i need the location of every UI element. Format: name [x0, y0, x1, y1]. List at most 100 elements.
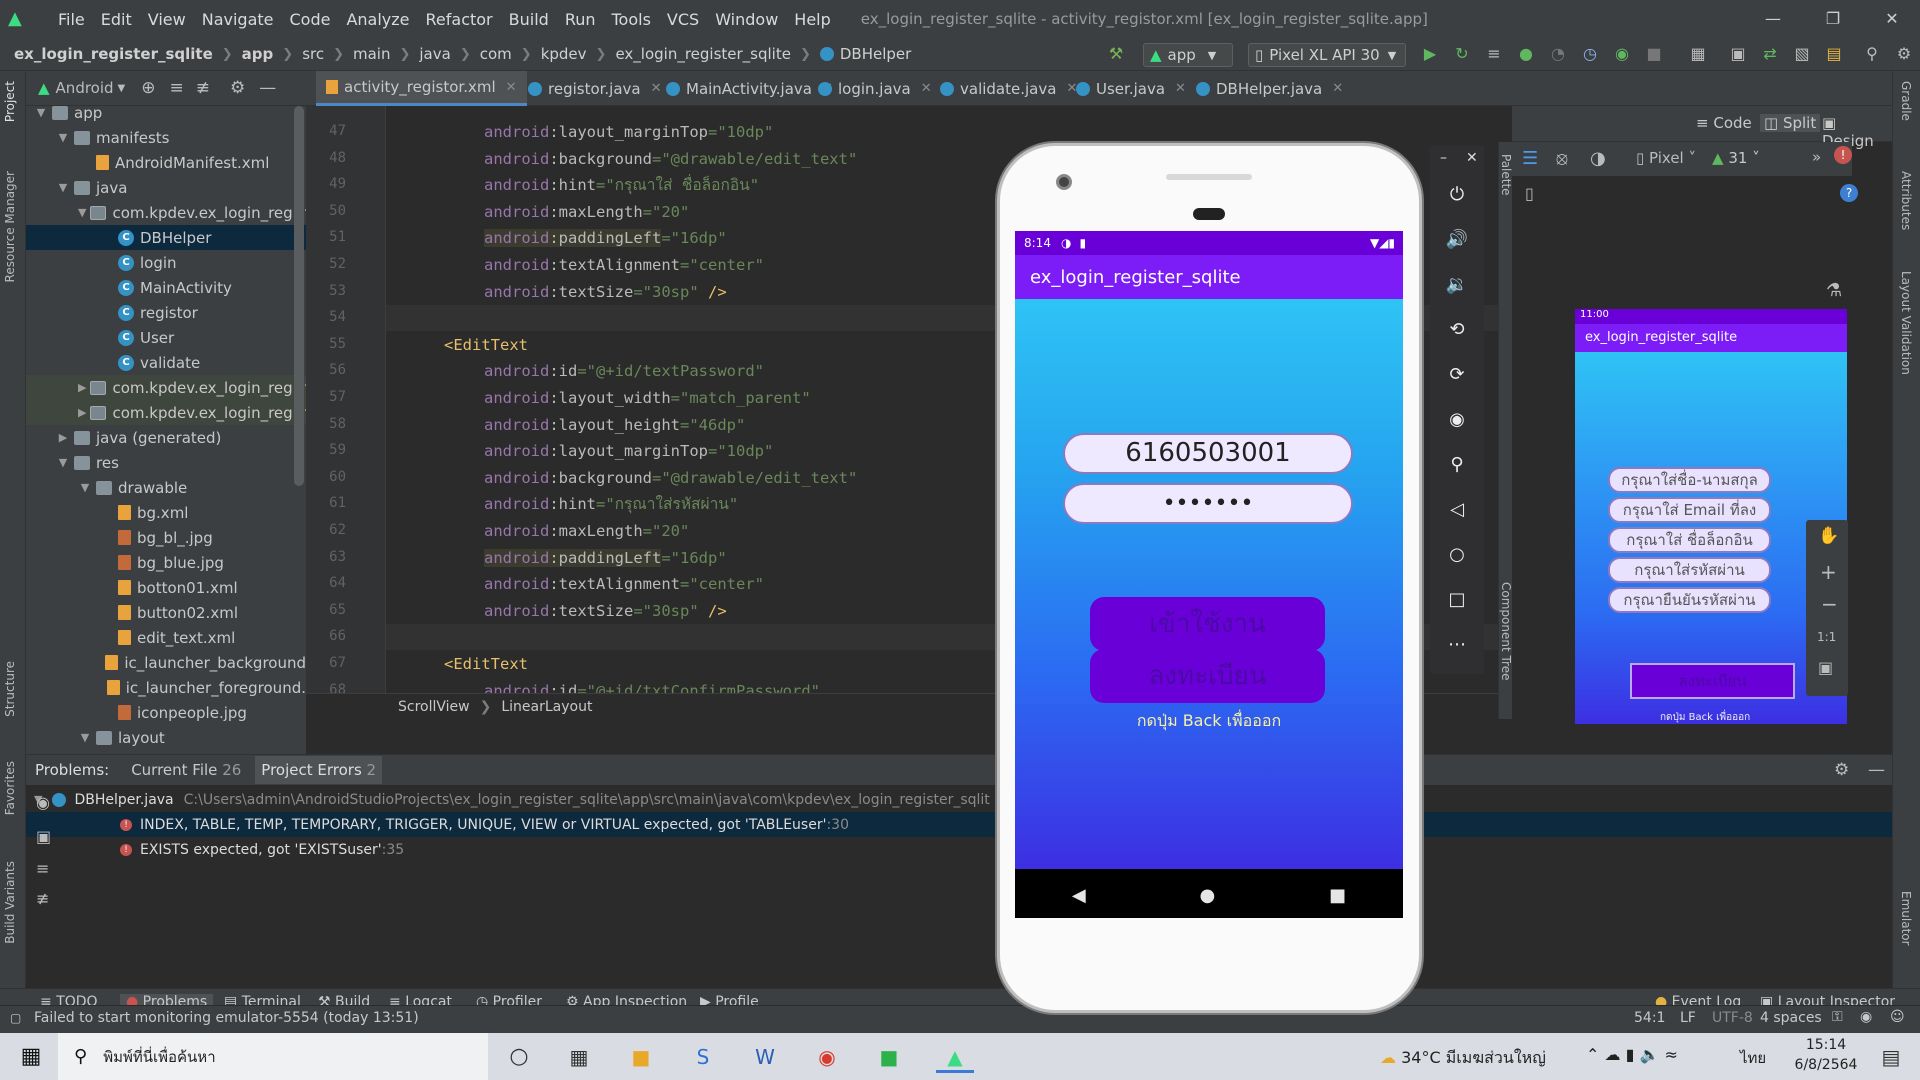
profile-icon[interactable]: ◷: [1578, 42, 1602, 66]
username-input[interactable]: 6160503001: [1063, 433, 1353, 474]
chevron-down-icon[interactable]: ▼: [78, 481, 92, 494]
sdk-manager-icon[interactable]: ▤: [1822, 42, 1846, 66]
tree-item[interactable]: bg_bl_.jpg: [26, 525, 306, 550]
file-encoding[interactable]: UTF-8: [1712, 1010, 1753, 1026]
rotate-left-icon[interactable]: ⟲: [1430, 315, 1484, 345]
split-mode-button[interactable]: ◫ Split: [1760, 114, 1821, 132]
power-icon[interactable]: ⏻: [1430, 180, 1484, 210]
clock-date[interactable]: 6/8/2564: [1780, 1057, 1872, 1073]
device-preview-select[interactable]: ▯ Pixel ˅: [1636, 149, 1696, 167]
line-icon[interactable]: ■: [870, 1041, 908, 1073]
breadcrumb-class[interactable]: DBHelper: [840, 45, 911, 63]
tree-item[interactable]: ▼ app: [26, 106, 306, 125]
tree-item[interactable]: ic_launcher_background: [26, 650, 306, 675]
android-studio-taskbar-icon[interactable]: ▲: [936, 1041, 974, 1073]
editor-tab[interactable]: login.java ✕: [808, 71, 942, 106]
volume-up-icon[interactable]: 🔊: [1430, 225, 1484, 255]
avd-manager-icon[interactable]: ▣: [1726, 42, 1750, 66]
collapse-icon[interactable]: ≢: [36, 889, 49, 908]
tree-item[interactable]: ▼ drawable: [26, 475, 306, 500]
chevron-down-icon[interactable]: ▼: [34, 106, 48, 119]
emulator-screen[interactable]: 8:14 ◑ ▮ ▼◢▮ ex_login_register_sqlite 61…: [1015, 231, 1403, 918]
tool-tab-attributes[interactable]: Attributes: [1899, 171, 1913, 230]
tree-item[interactable]: C MainActivity: [26, 275, 306, 300]
zoom-fit-icon[interactable]: ▣: [1818, 658, 1833, 677]
tree-item[interactable]: iconpeople.jpg: [26, 700, 306, 725]
tool-tab-structure[interactable]: Structure: [3, 661, 17, 717]
tree-item[interactable]: botton01.xml: [26, 575, 306, 600]
back-icon[interactable]: ◁: [1430, 495, 1484, 525]
chevron-down-icon[interactable]: ▼: [56, 131, 70, 144]
editor-tab[interactable]: validate.java ✕: [930, 71, 1087, 106]
settings-icon[interactable]: ⚙: [1892, 42, 1916, 66]
clock-time[interactable]: 15:14: [1796, 1037, 1856, 1053]
tool-tab-gradle[interactable]: Gradle: [1899, 81, 1913, 121]
chevron-right-icon[interactable]: ▶: [56, 431, 70, 444]
breadcrumb-package[interactable]: ex_login_register_sqlite: [615, 45, 791, 63]
caret-position[interactable]: 54:1: [1634, 1010, 1665, 1026]
home-icon[interactable]: ○: [1430, 540, 1484, 570]
error-badge-icon[interactable]: !: [1834, 146, 1852, 164]
tree-item[interactable]: AndroidManifest.xml: [26, 150, 306, 175]
debug-icon[interactable]: ●: [1514, 42, 1538, 66]
menu-vcs[interactable]: VCS: [659, 10, 707, 29]
start-icon[interactable]: ▦: [12, 1041, 50, 1073]
editor-tab[interactable]: activity_registor.xml ✕: [316, 71, 527, 106]
tree-item[interactable]: bg.xml: [26, 500, 306, 525]
project-structure-icon[interactable]: ▦: [1686, 42, 1710, 66]
locate-icon[interactable]: ⊕: [141, 78, 155, 98]
palette-toggle-icon[interactable]: ▯: [1525, 184, 1534, 203]
file-explorer-icon[interactable]: ■: [622, 1041, 660, 1073]
menu-file[interactable]: File: [50, 10, 93, 29]
project-view-select[interactable]: Android: [56, 79, 114, 97]
recents-nav-icon[interactable]: ■: [1329, 885, 1346, 906]
status-message[interactable]: Failed to start monitoring emulator-5554…: [34, 1010, 419, 1026]
tool-tab-layout-validation[interactable]: Layout Validation: [1899, 271, 1913, 375]
tool-tab-favorites[interactable]: Favorites: [3, 761, 17, 815]
run-icon[interactable]: ▶: [1418, 42, 1442, 66]
menu-analyze[interactable]: Analyze: [338, 10, 417, 29]
menu-view[interactable]: View: [140, 10, 194, 29]
status-box-icon[interactable]: ▢: [10, 1011, 21, 1025]
blueprint-icon[interactable]: ⦻: [1556, 148, 1568, 169]
menu-navigate[interactable]: Navigate: [194, 10, 282, 29]
tree-item[interactable]: ▼ com.kpdev.ex_login_registe: [26, 200, 306, 225]
chevron-right-icon[interactable]: ▶: [78, 381, 86, 394]
zoom-actual-icon[interactable]: 1:1: [1817, 630, 1836, 644]
tab-project-errors[interactable]: Project Errors 2: [255, 756, 383, 784]
help-icon[interactable]: ?: [1840, 184, 1858, 202]
tool-tab-build-variants[interactable]: Build Variants: [3, 861, 17, 944]
device-select[interactable]: ▯ Pixel XL API 30 ▼: [1248, 43, 1406, 67]
restore-button[interactable]: ❐: [1805, 0, 1861, 38]
menu-tools[interactable]: Tools: [604, 10, 659, 29]
menu-run[interactable]: Run: [557, 10, 604, 29]
tree-item[interactable]: C User: [26, 325, 306, 350]
tool-tab-emulator[interactable]: Emulator: [1899, 891, 1913, 946]
tree-item[interactable]: button02.xml: [26, 600, 306, 625]
chevron-down-icon[interactable]: ▼: [56, 181, 70, 194]
tree-item[interactable]: ▼ res: [26, 450, 306, 475]
api-level-select[interactable]: ▲ 31 ˅: [1712, 149, 1760, 167]
tree-item[interactable]: ▼ manifests: [26, 125, 306, 150]
task-view-icon[interactable]: ▦: [560, 1041, 598, 1073]
eye-icon[interactable]: ◉: [36, 793, 50, 812]
run-config-select[interactable]: ▲ app ▼: [1143, 43, 1233, 67]
breadcrumb-com[interactable]: com: [480, 45, 512, 63]
apply-code-changes-icon[interactable]: ≡: [1482, 42, 1506, 66]
menu-build[interactable]: Build: [501, 10, 557, 29]
layers-icon[interactable]: ☰: [1522, 148, 1538, 169]
breadcrumb-src[interactable]: src: [302, 45, 324, 63]
tree-item[interactable]: ▶ com.kpdev.ex_login_registe: [26, 400, 306, 425]
tray-icons[interactable]: ⌃ ☁ ▮ 🔈 ≈: [1586, 1045, 1678, 1064]
indent-setting[interactable]: 4 spaces: [1760, 1010, 1822, 1026]
sync-gradle-icon[interactable]: ⇄: [1758, 42, 1782, 66]
rotate-right-icon[interactable]: ⟳: [1430, 360, 1484, 390]
tree-item[interactable]: C DBHelper: [26, 225, 306, 250]
weather-widget[interactable]: ☁ 34°C มีเมฆส่วนใหญ่: [1380, 1046, 1546, 1071]
breadcrumb-linearlayout[interactable]: LinearLayout: [501, 699, 592, 715]
tree-item[interactable]: ▶ com.kpdev.ex_login_registe: [26, 375, 306, 400]
gear-icon[interactable]: ⚙: [230, 78, 245, 98]
gear-icon[interactable]: ⚙: [1834, 760, 1849, 780]
breadcrumb-app[interactable]: app: [242, 45, 274, 63]
chevron-down-icon[interactable]: ▼: [78, 206, 86, 219]
